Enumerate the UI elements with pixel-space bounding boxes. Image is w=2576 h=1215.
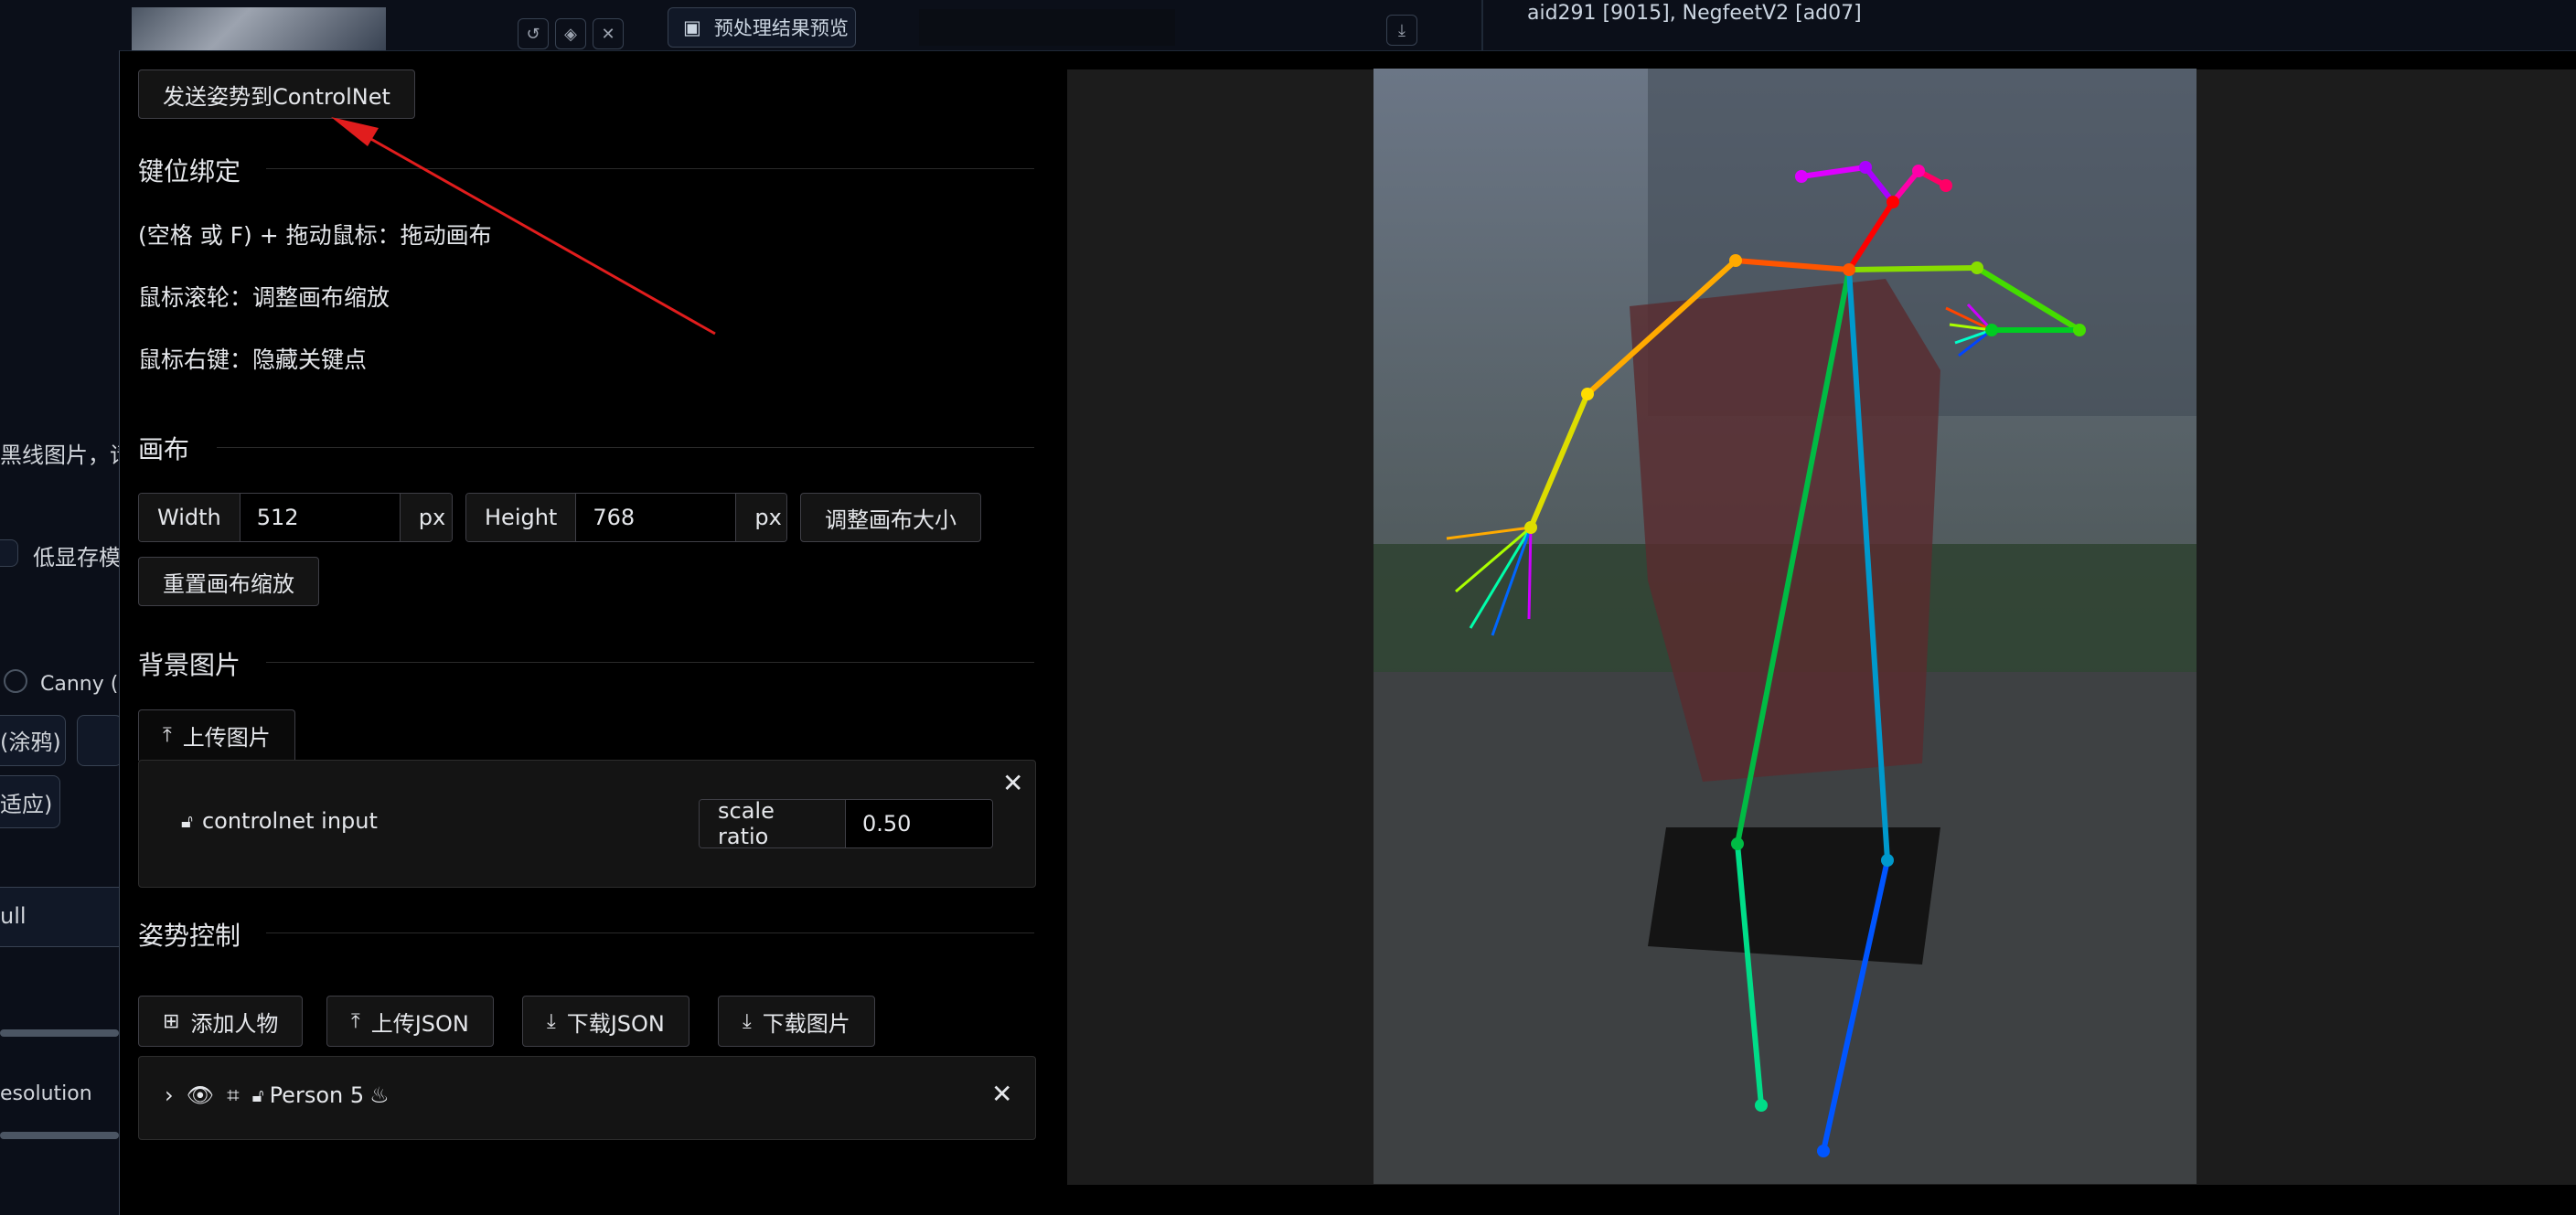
slider-track[interactable] (0, 1029, 119, 1037)
preview-tab[interactable]: ▣ 预处理结果预览 (668, 7, 856, 48)
keybindings-title-text: 键位绑定 (138, 156, 241, 187)
lowvram-checkbox[interactable] (0, 539, 18, 567)
upload-icon: ⤒ (163, 724, 172, 747)
chevron-right-icon[interactable]: › (165, 1082, 174, 1108)
scale-ratio-group: scale ratio (699, 799, 993, 848)
upload-image-label: 上传图片 (182, 725, 271, 751)
resolution-slider-track[interactable] (0, 1132, 119, 1139)
option-chip[interactable] (77, 715, 123, 766)
openpose-editor-modal: 发送姿势到ControlNet 键位绑定 (空格 或 F) + 拖动鼠标：拖动画… (119, 50, 2576, 1215)
download-icon[interactable]: ⤓ (1386, 15, 1417, 46)
eye-icon[interactable]: 👁︎ (187, 1082, 214, 1108)
section-divider (217, 447, 1034, 448)
hint-fragment: 黑线图片，请 (0, 442, 132, 468)
width-input-group: Width px (138, 493, 453, 542)
height-label: Height (466, 494, 577, 541)
scale-ratio-label: scale ratio (700, 800, 846, 847)
keybinding-pan: (空格 或 F) + 拖动鼠标：拖动画布 (138, 222, 492, 249)
layer-row: 🔓︎ controlnet input (181, 808, 378, 834)
height-input[interactable] (576, 494, 736, 541)
download-json-button[interactable]: ⤓ 下载JSON (522, 996, 689, 1047)
scribble-fragment: (涂鸦) (0, 730, 61, 755)
add-person-button[interactable]: ⊞ 添加人物 (138, 996, 304, 1047)
add-person-label: 添加人物 (190, 1010, 279, 1037)
upload-icon: ⤒ (351, 1009, 360, 1033)
resolution-fragment: esolution (0, 1082, 92, 1105)
bone-left-shoulder (1846, 265, 1980, 272)
group-select-icon[interactable]: ⌗ (227, 1082, 240, 1108)
resize-canvas-label: 调整画布大小 (825, 506, 957, 533)
pose-control-title: 姿势控制 (138, 916, 261, 953)
height-unit: px (735, 494, 786, 541)
null-fragment: ull (0, 903, 27, 929)
width-unit: px (399, 494, 452, 541)
download-image-label: 下载图片 (762, 1010, 850, 1037)
figure-shorts (1648, 827, 1940, 965)
background-layer-card: ✕ 🔓︎ controlnet input scale ratio (138, 760, 1036, 888)
preview-strip (919, 9, 1175, 46)
keybindings-title: 键位绑定 (138, 152, 261, 188)
reset-zoom-label: 重置画布缩放 (163, 570, 294, 597)
pose-canvas-image[interactable] (1374, 69, 2197, 1184)
close-icon[interactable]: ✕ (991, 1079, 1012, 1109)
pose-control-title-text: 姿势控制 (138, 921, 241, 951)
scale-ratio-input[interactable] (846, 800, 992, 847)
section-divider (266, 168, 1034, 169)
undo-icon[interactable]: ↺ (518, 18, 549, 49)
model-info: aid291 [9015], NegfeetV2 [ad07] (1527, 2, 1862, 25)
background-image-title: 背景图片 (138, 645, 261, 682)
height-input-group: Height px (465, 493, 787, 542)
canvas-title-text: 画布 (138, 434, 190, 464)
flame-icon[interactable]: ♨ (369, 1082, 390, 1108)
send-pose-button[interactable]: 发送姿势到ControlNet (138, 69, 415, 119)
image-icon: ▣ (683, 16, 701, 38)
upload-json-label: 上传JSON (370, 1010, 469, 1037)
background-image-title-text: 背景图片 (138, 650, 241, 680)
lock-icon[interactable]: 🔓︎ (252, 1084, 264, 1106)
width-input[interactable] (240, 494, 400, 541)
close-icon[interactable]: ✕ (1002, 768, 1023, 798)
upload-json-button[interactable]: ⤒ 上传JSON (326, 996, 494, 1047)
upload-image-tab[interactable]: ⤒ 上传图片 (138, 709, 295, 761)
width-label: Width (139, 494, 240, 541)
download-icon: ⤓ (743, 1009, 752, 1033)
adaptive-fragment: 适应) (0, 792, 53, 817)
resize-canvas-button[interactable]: 调整画布大小 (800, 493, 981, 542)
canvas-title: 画布 (138, 430, 209, 466)
download-json-label: 下载JSON (566, 1010, 665, 1037)
close-icon[interactable]: ✕ (593, 18, 624, 49)
lowvram-fragment: 低显存模 (33, 545, 121, 570)
image-thumbnail[interactable] (132, 7, 386, 53)
plus-square-icon: ⊞ (163, 1009, 180, 1033)
lock-icon[interactable]: 🔓︎ (181, 810, 193, 832)
canny-radio[interactable] (4, 669, 27, 693)
person-label: Person 5 (269, 1082, 365, 1108)
layer-name: controlnet input (201, 808, 378, 834)
download-icon: ⤓ (547, 1009, 556, 1033)
preview-tab-label: 预处理结果预览 (713, 17, 849, 39)
keybinding-hide: 鼠标右键：隐藏关键点 (138, 346, 368, 373)
person-row: › 👁︎ ⌗ 🔓︎ Person 5 ♨ (165, 1082, 390, 1108)
reset-zoom-button[interactable]: 重置画布缩放 (138, 557, 319, 606)
person-name-wrap: 🔓︎ Person 5 ♨ (252, 1082, 390, 1108)
download-image-button[interactable]: ⤓ 下载图片 (718, 996, 875, 1047)
section-divider (266, 662, 1034, 663)
eraser-icon[interactable]: ◈ (555, 18, 586, 49)
keybinding-zoom: 鼠标滚轮：调整画布缩放 (138, 284, 390, 311)
send-pose-label: 发送姿势到ControlNet (163, 83, 390, 110)
person-card: › 👁︎ ⌗ 🔓︎ Person 5 ♨ ✕ (138, 1056, 1036, 1140)
